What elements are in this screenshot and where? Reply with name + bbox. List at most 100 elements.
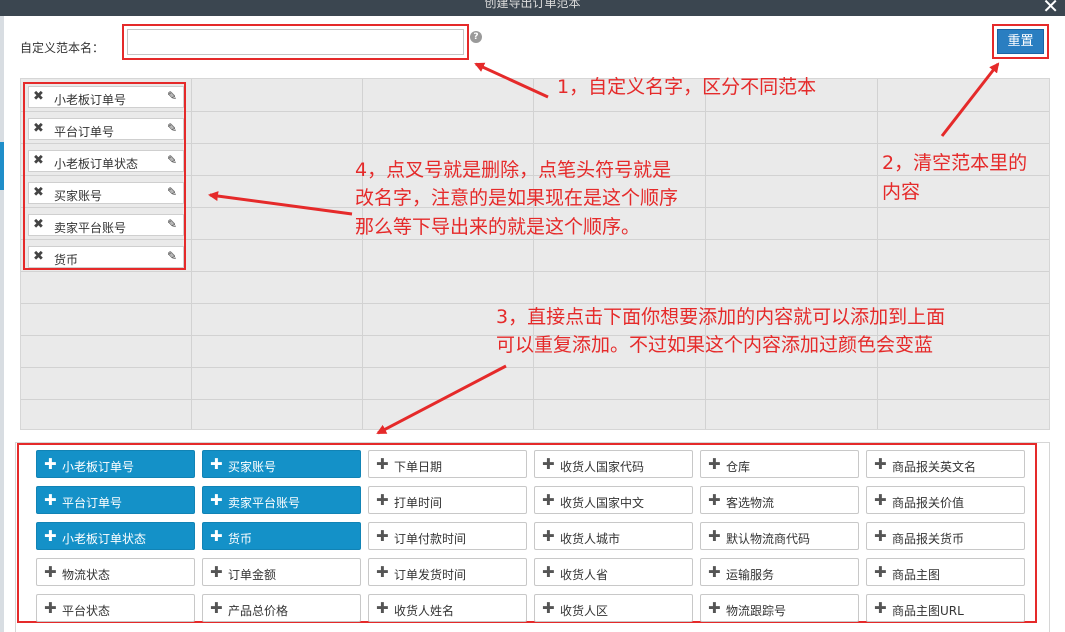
option-label: 收货人姓名: [394, 604, 455, 618]
option-button[interactable]: ✚ 收货人城市: [534, 522, 693, 550]
option-label: 小老板订单状态: [62, 532, 147, 546]
dialog-titlebar: 创建导出订单范本 ✕: [0, 0, 1065, 18]
option-label: 物流状态: [62, 568, 111, 582]
plus-icon: ✚: [874, 527, 887, 545]
plus-icon: ✚: [376, 527, 389, 545]
option-label: 商品主图URL: [892, 604, 964, 618]
option-button[interactable]: ✚ 小老板订单号: [36, 450, 195, 478]
plus-icon: ✚: [210, 527, 223, 545]
option-label: 下单日期: [394, 460, 443, 474]
template-field-label: 买家账号: [54, 189, 103, 203]
option-button[interactable]: ✚ 仓库: [700, 450, 859, 478]
option-button[interactable]: ✚ 平台订单号: [36, 486, 195, 514]
option-button[interactable]: ✚ 订单付款时间: [368, 522, 527, 550]
name-input-highlight: [122, 24, 469, 60]
option-button[interactable]: ✚ 订单金额: [202, 558, 361, 586]
option-label: 收货人城市: [560, 532, 621, 546]
option-button[interactable]: ✚ 小老板订单状态: [36, 522, 195, 550]
plus-icon: ✚: [542, 527, 555, 545]
option-label: 商品报关货币: [892, 532, 965, 546]
pencil-icon[interactable]: ✎: [167, 217, 177, 231]
close-icon[interactable]: ✕: [1042, 0, 1059, 18]
option-button[interactable]: ✚ 收货人省: [534, 558, 693, 586]
option-label: 订单付款时间: [394, 532, 467, 546]
template-fields-highlight: ✖ 小老板订单号 ✎ ✖ 平台订单号 ✎ ✖ 小老板订单状态 ✎ ✖ 买家账号 …: [23, 82, 186, 270]
option-button[interactable]: ✚ 货币: [202, 522, 361, 550]
background-accent: [0, 142, 4, 190]
option-button[interactable]: ✚ 商品报关英文名: [866, 450, 1025, 478]
option-button[interactable]: ✚ 买家账号: [202, 450, 361, 478]
template-field[interactable]: ✖ 小老板订单状态 ✎: [28, 150, 184, 172]
option-label: 客选物流: [726, 496, 775, 510]
template-field-label: 货币: [54, 253, 79, 267]
pencil-icon[interactable]: ✎: [167, 153, 177, 167]
option-button[interactable]: ✚ 商品主图URL: [866, 594, 1025, 622]
plus-icon: ✚: [708, 599, 721, 617]
option-label: 商品报关英文名: [892, 460, 977, 474]
plus-icon: ✚: [44, 491, 57, 509]
pencil-icon[interactable]: ✎: [167, 121, 177, 135]
delete-icon[interactable]: ✖: [33, 153, 44, 168]
option-label: 打单时间: [394, 496, 443, 510]
template-field[interactable]: ✖ 买家账号 ✎: [28, 182, 184, 204]
template-field[interactable]: ✖ 小老板订单号 ✎: [28, 86, 184, 108]
option-label: 物流跟踪号: [726, 604, 787, 618]
option-button[interactable]: ✚ 默认物流商代码: [700, 522, 859, 550]
delete-icon[interactable]: ✖: [33, 89, 44, 104]
dialog-title: 创建导出订单范本: [484, 0, 581, 10]
option-button[interactable]: ✚ 平台状态: [36, 594, 195, 622]
option-button[interactable]: ✚ 收货人国家代码: [534, 450, 693, 478]
option-button[interactable]: ✚ 客选物流: [700, 486, 859, 514]
option-button[interactable]: ✚ 物流跟踪号: [700, 594, 859, 622]
plus-icon: ✚: [44, 563, 57, 581]
option-button[interactable]: ✚ 商品主图: [866, 558, 1025, 586]
help-icon[interactable]: ?: [470, 31, 482, 43]
option-label: 收货人国家中文: [560, 496, 645, 510]
template-name-input[interactable]: [127, 29, 464, 55]
plus-icon: ✚: [542, 455, 555, 473]
grid-line: [877, 79, 878, 429]
option-button[interactable]: ✚ 打单时间: [368, 486, 527, 514]
delete-icon[interactable]: ✖: [33, 249, 44, 264]
annotation-2-line2: 内容: [882, 181, 921, 203]
plus-icon: ✚: [376, 455, 389, 473]
option-button[interactable]: ✚ 产品总价格: [202, 594, 361, 622]
delete-icon[interactable]: ✖: [33, 121, 44, 136]
reset-button[interactable]: 重置: [997, 29, 1044, 54]
annotation-4-line2: 改名字，注意的是如果现在是这个顺序: [355, 187, 679, 209]
pencil-icon[interactable]: ✎: [167, 89, 177, 103]
template-field-label: 小老板订单号: [54, 93, 127, 107]
option-label: 默认物流商代码: [726, 532, 811, 546]
option-label: 仓库: [726, 460, 751, 474]
plus-icon: ✚: [708, 527, 721, 545]
option-button[interactable]: ✚ 卖家平台账号: [202, 486, 361, 514]
pencil-icon[interactable]: ✎: [167, 249, 177, 263]
option-button[interactable]: ✚ 商品报关价值: [866, 486, 1025, 514]
option-button[interactable]: ✚ 收货人国家中文: [534, 486, 693, 514]
template-field[interactable]: ✖ 卖家平台账号 ✎: [28, 214, 184, 236]
template-field[interactable]: ✖ 平台订单号 ✎: [28, 118, 184, 140]
plus-icon: ✚: [210, 599, 223, 617]
grid-line: [362, 79, 363, 429]
option-button[interactable]: ✚ 收货人姓名: [368, 594, 527, 622]
background-page-edge: [0, 16, 4, 632]
annotation-3-line2: 可以重复添加。不过如果这个内容添加过颜色会变蓝: [496, 334, 934, 356]
option-button[interactable]: ✚ 物流状态: [36, 558, 195, 586]
delete-icon[interactable]: ✖: [33, 217, 44, 232]
annotation-2-line1: 2，清空范本里的: [882, 152, 1028, 174]
option-label: 小老板订单号: [62, 460, 135, 474]
template-field[interactable]: ✖ 货币 ✎: [28, 246, 184, 268]
delete-icon[interactable]: ✖: [33, 185, 44, 200]
option-button[interactable]: ✚ 订单发货时间: [368, 558, 527, 586]
option-label: 货币: [228, 532, 253, 546]
option-button[interactable]: ✚ 收货人区: [534, 594, 693, 622]
pencil-icon[interactable]: ✎: [167, 185, 177, 199]
option-button[interactable]: ✚ 运输服务: [700, 558, 859, 586]
option-label: 收货人区: [560, 604, 609, 618]
grid-line: [21, 271, 1049, 272]
option-button[interactable]: ✚ 商品报关货币: [866, 522, 1025, 550]
option-label: 商品报关价值: [892, 496, 965, 510]
option-button[interactable]: ✚ 下单日期: [368, 450, 527, 478]
option-label: 平台订单号: [62, 496, 123, 510]
option-label: 订单金额: [228, 568, 277, 582]
